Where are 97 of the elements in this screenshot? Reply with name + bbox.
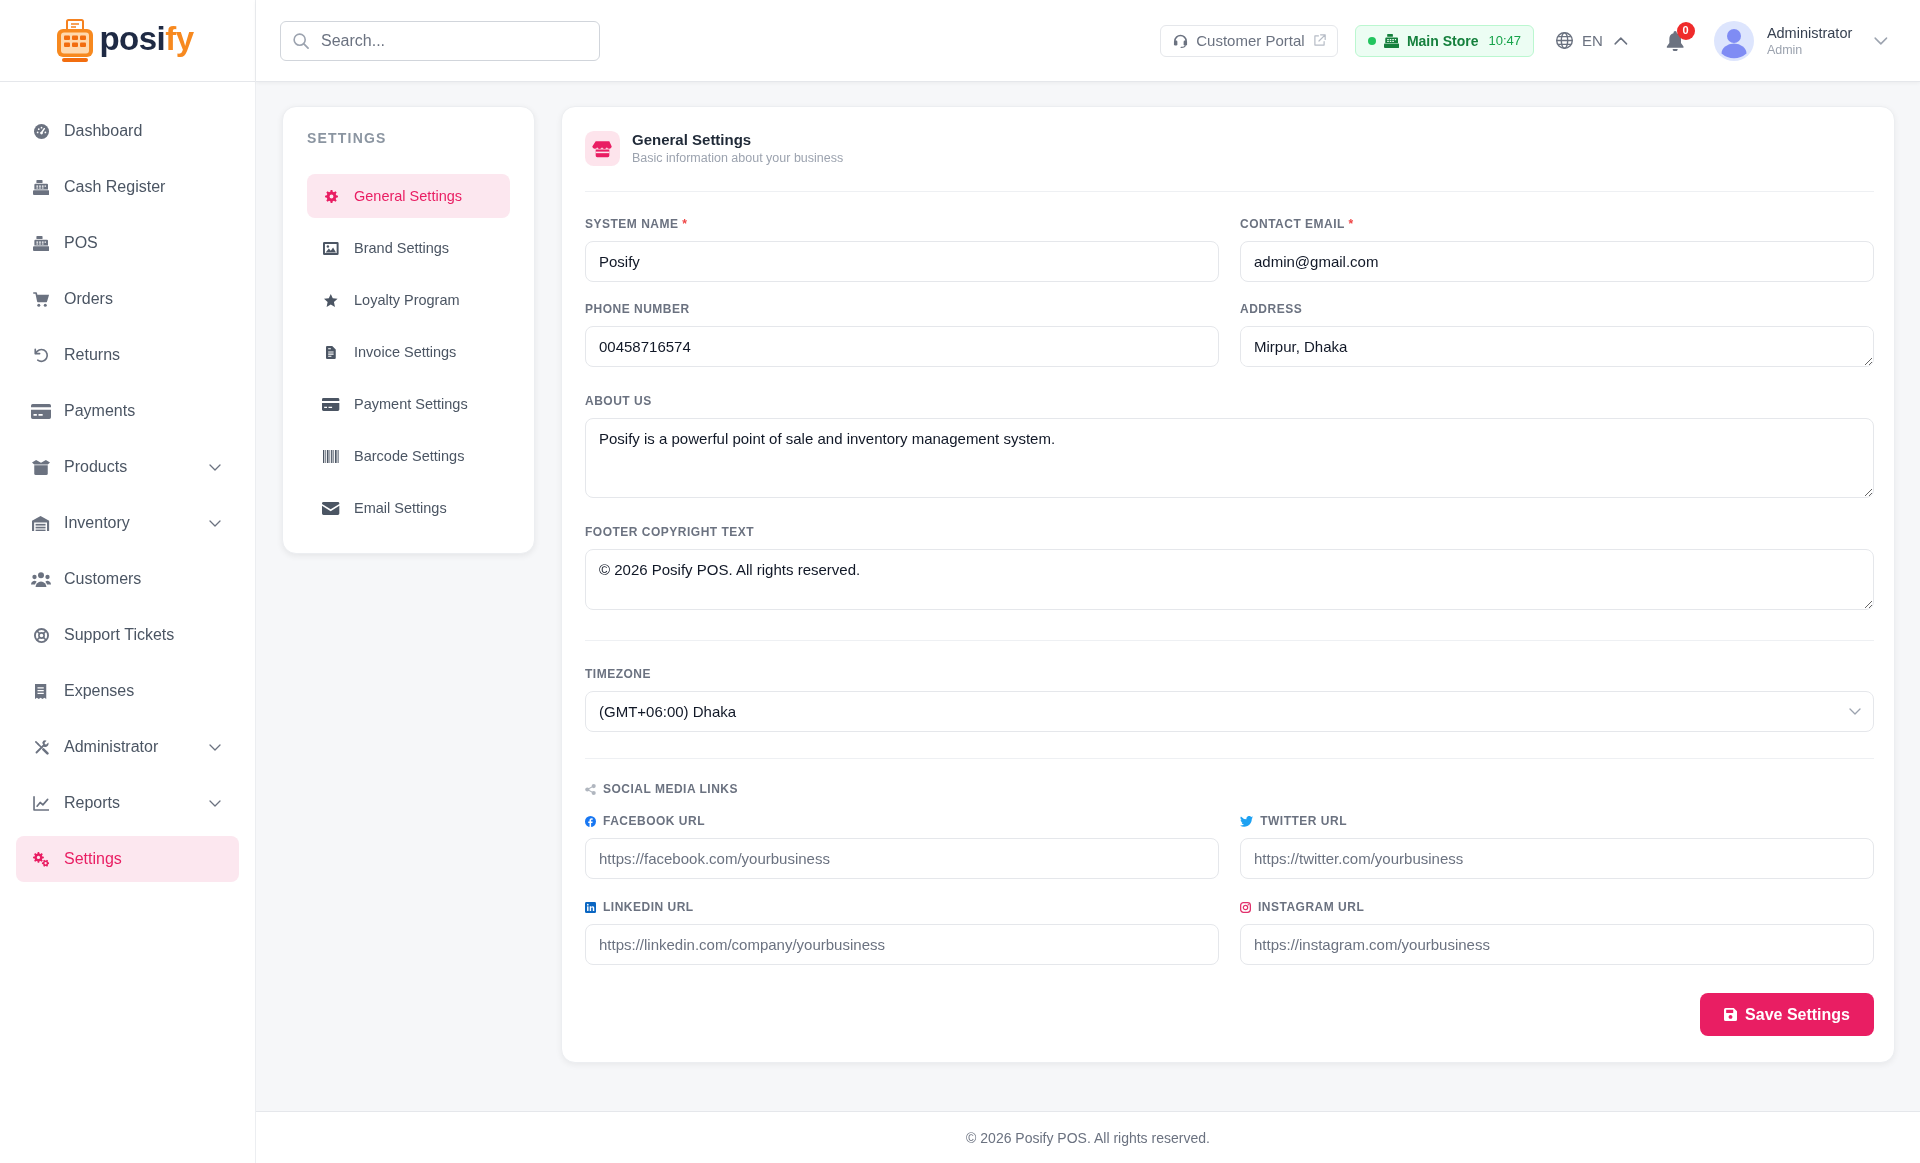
timezone-select[interactable]: (GMT+06:00) Dhaka xyxy=(585,691,1874,732)
document-icon xyxy=(326,345,336,359)
avatar-icon[interactable] xyxy=(1713,20,1754,61)
field-label: TWITTER URL xyxy=(1260,813,1347,829)
credit-card-icon xyxy=(322,397,340,411)
sidebar-item[interactable]: Orders xyxy=(16,276,239,322)
undo-arrow-icon xyxy=(33,347,49,363)
settings-nav-item[interactable]: Brand Settings xyxy=(307,226,510,270)
receipt-icon xyxy=(35,683,47,699)
linkedin-icon xyxy=(585,901,596,913)
search-field[interactable]: Search... xyxy=(280,20,600,61)
card-title: General Settings xyxy=(632,131,753,149)
text-field[interactable]: https://instagram.com/yourbusiness xyxy=(1240,924,1874,965)
footer-text: © 2026 Posify POS. All rights reserved. xyxy=(966,1129,1210,1146)
settings-nav-item[interactable]: General Settings xyxy=(307,174,510,218)
facebook-icon xyxy=(585,815,596,827)
notification-badge: 0 xyxy=(1676,21,1695,40)
field-label: SYSTEM NAME * xyxy=(585,216,689,232)
users-icon xyxy=(31,571,51,587)
gauge-icon xyxy=(33,123,49,139)
field-label: LINKEDIN URL xyxy=(603,899,694,915)
search-icon xyxy=(293,32,309,49)
sidebar-item[interactable]: Settings xyxy=(16,836,239,882)
sidebar-item[interactable]: Customers xyxy=(16,556,239,602)
chevron-down-icon xyxy=(1849,708,1861,715)
store-time: 10:47 xyxy=(1488,33,1521,48)
instagram-icon xyxy=(1240,901,1251,913)
star-icon xyxy=(324,293,338,307)
field-label: FOOTER COPYRIGHT TEXT xyxy=(585,524,756,540)
settings-nav-item[interactable]: Loyalty Program xyxy=(307,278,510,322)
sidebar-item[interactable]: Inventory xyxy=(16,500,239,546)
lifebuoy-icon xyxy=(33,627,49,643)
field-label: ADDRESS xyxy=(1240,301,1304,317)
settings-nav-item[interactable]: Invoice Settings xyxy=(307,330,510,374)
credit-card-icon xyxy=(31,403,51,419)
settings-nav-item[interactable]: Email Settings xyxy=(307,486,510,530)
bird-icon xyxy=(1240,815,1254,827)
external-link-icon xyxy=(1312,34,1326,47)
cash-register-icon xyxy=(32,235,50,251)
share-icon xyxy=(585,783,596,795)
logo-text: posify xyxy=(99,22,194,59)
sidebar-item[interactable]: Products xyxy=(16,444,239,490)
box-icon xyxy=(32,459,50,475)
sidebar-item[interactable]: Returns xyxy=(16,332,239,378)
globe-icon xyxy=(1556,32,1573,49)
field-label: FACEBOOK URL xyxy=(603,813,705,829)
settings-nav-item[interactable]: Barcode Settings xyxy=(307,434,510,478)
text-field[interactable]: 00458716574 xyxy=(585,326,1219,367)
cash-register-icon xyxy=(32,179,50,195)
sidebar-item[interactable]: Dashboard xyxy=(16,108,239,154)
sidebar-item[interactable]: Cash Register xyxy=(16,164,239,210)
image-icon xyxy=(323,241,339,255)
gears-icon xyxy=(32,851,50,867)
cart-icon xyxy=(32,291,50,307)
text-field[interactable]: https://twitter.com/yourbusiness xyxy=(1240,838,1874,879)
envelope-icon xyxy=(322,501,340,515)
barcode-icon xyxy=(323,449,339,463)
field-label: INSTAGRAM URL xyxy=(1258,899,1365,915)
field-label: PHONE NUMBER xyxy=(585,301,691,317)
headset-icon xyxy=(1173,33,1189,48)
field-label: ABOUT US xyxy=(585,393,653,409)
text-area[interactable]: Posify is a powerful point of sale and inventory management system. xyxy=(585,418,1874,498)
user-name: Administrator xyxy=(1766,24,1853,41)
settings-icon xyxy=(324,189,338,203)
sidebar-item[interactable]: POS xyxy=(16,220,239,266)
status-dot-icon xyxy=(1367,36,1376,45)
store-name: Main Store xyxy=(1406,32,1479,49)
register-logo-icon xyxy=(57,19,94,62)
sidebar-item[interactable]: Support Tickets xyxy=(16,612,239,658)
sidebar-item[interactable]: Payments xyxy=(16,388,239,434)
save-button[interactable]: Save Settings xyxy=(1700,993,1874,1036)
bell-icon[interactable] xyxy=(1665,30,1684,51)
field-label: CONTACT EMAIL * xyxy=(1240,216,1355,232)
cash-register-icon xyxy=(1383,33,1399,48)
text-area[interactable]: © 2026 Posify POS. All rights reserved. xyxy=(585,549,1874,610)
store-icon xyxy=(585,131,620,166)
text-area[interactable]: Mirpur, Dhaka xyxy=(1240,326,1874,367)
sidebar-item[interactable]: Administrator xyxy=(16,724,239,770)
language-button[interactable]: EN xyxy=(1556,32,1628,49)
store-badge[interactable]: Main Store 10:47 xyxy=(1354,24,1534,57)
field-label: TIMEZONE xyxy=(585,666,652,682)
text-field[interactable]: https://facebook.com/yourbusiness xyxy=(585,838,1219,879)
text-field[interactable]: admin@gmail.com xyxy=(1240,241,1874,282)
section-title: SOCIAL MEDIA LINKS xyxy=(603,781,738,797)
text-field[interactable]: Posify xyxy=(585,241,1219,282)
text-field[interactable]: https://linkedin.com/company/yourbusiness xyxy=(585,924,1219,965)
settings-nav-item[interactable]: Payment Settings xyxy=(307,382,510,426)
card-subtitle: Basic information about your business xyxy=(632,151,844,166)
customer-portal-button[interactable]: Customer Portal xyxy=(1160,24,1338,57)
settings-nav-title: SETTINGS xyxy=(307,130,388,147)
line-chart-icon xyxy=(32,795,50,811)
sidebar-item[interactable]: Expenses xyxy=(16,668,239,714)
user-role: Admin xyxy=(1766,42,1804,57)
tools-icon xyxy=(33,739,49,755)
chevron-down-icon[interactable] xyxy=(1874,36,1888,45)
sidebar-item[interactable]: Reports xyxy=(16,780,239,826)
warehouse-icon xyxy=(32,515,50,531)
